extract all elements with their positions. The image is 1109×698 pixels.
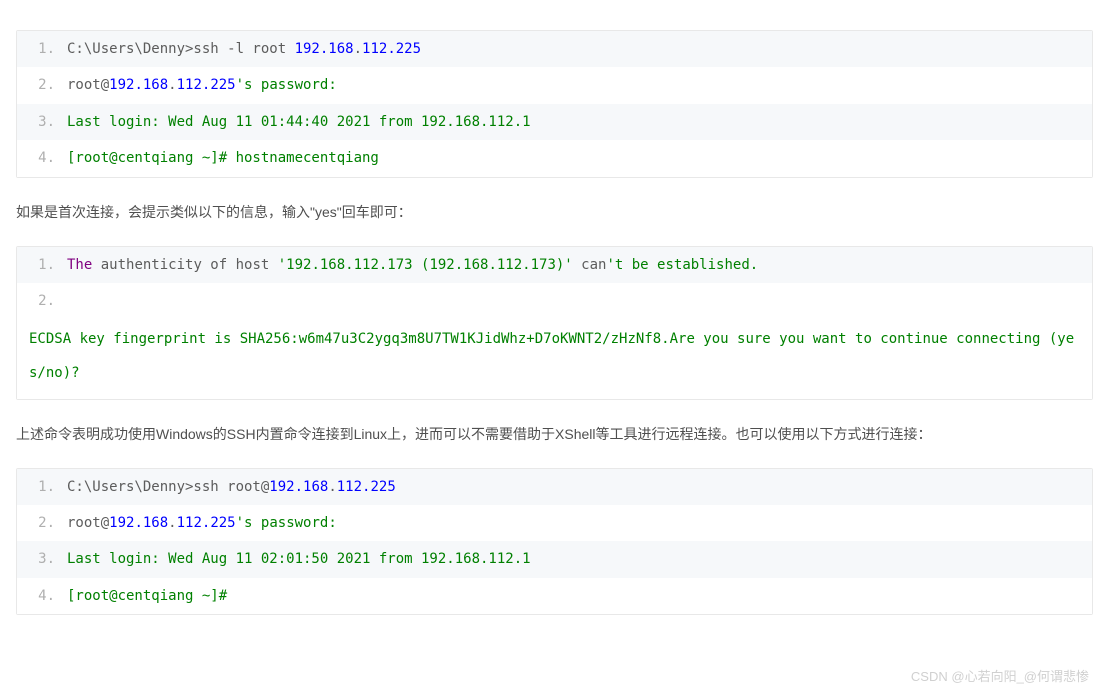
code-line: 3.Last login: Wed Aug 11 02:01:50 2021 f… (17, 541, 1092, 577)
line-number: 1. (27, 31, 67, 67)
paragraph-2: 上述命令表明成功使用Windows的SSH内置命令连接到Linux上，进而可以不… (16, 420, 1093, 448)
line-number: 2. (27, 67, 67, 103)
code-block-2: 1.The authenticity of host '192.168.112.… (16, 246, 1093, 400)
code-line: 1.The authenticity of host '192.168.112.… (17, 247, 1092, 283)
line-number: 4. (27, 140, 67, 176)
code-line: 2.root@192.168.112.225's password: (17, 67, 1092, 103)
line-number: 1. (27, 469, 67, 505)
line-content: root@192.168.112.225's password: (67, 505, 1082, 541)
line-number: 2. (27, 283, 67, 319)
code-line: 2.root@192.168.112.225's password: (17, 505, 1092, 541)
line-content: root@192.168.112.225's password: (67, 67, 1082, 103)
line-number: 3. (27, 541, 67, 577)
code-line: 1.C:\Users\Denny>ssh -l root 192.168.112… (17, 31, 1092, 67)
code-line: 2. (17, 283, 1092, 319)
code-line: 4.[root@centqiang ~]# hostnamecentqiang (17, 140, 1092, 176)
line-content: [root@centqiang ~]# hostnamecentqiang (67, 140, 1082, 176)
line-content: C:\Users\Denny>ssh root@192.168.112.225 (67, 469, 1082, 505)
line-number: 2. (27, 505, 67, 541)
code-line: 1.C:\Users\Denny>ssh root@192.168.112.22… (17, 469, 1092, 505)
line-content: C:\Users\Denny>ssh -l root 192.168.112.2… (67, 31, 1082, 67)
code-line: 3.Last login: Wed Aug 11 01:44:40 2021 f… (17, 104, 1092, 140)
line-content: Last login: Wed Aug 11 01:44:40 2021 fro… (67, 104, 1082, 140)
code-line: 4.[root@centqiang ~]# (17, 578, 1092, 614)
code-block-1: 1.C:\Users\Denny>ssh -l root 192.168.112… (16, 30, 1093, 178)
code-continuation: ECDSA key fingerprint is SHA256:w6m47u3C… (17, 319, 1092, 398)
line-content: The authenticity of host '192.168.112.17… (67, 247, 1082, 283)
line-number: 1. (27, 247, 67, 283)
line-number: 3. (27, 104, 67, 140)
paragraph-1: 如果是首次连接，会提示类似以下的信息，输入"yes"回车即可： (16, 198, 1093, 226)
line-number: 4. (27, 578, 67, 614)
watermark: CSDN @心若向阳_@何谓悲惨 (911, 665, 1089, 688)
line-content: [root@centqiang ~]# (67, 578, 1082, 614)
code-block-3: 1.C:\Users\Denny>ssh root@192.168.112.22… (16, 468, 1093, 616)
line-content: Last login: Wed Aug 11 02:01:50 2021 fro… (67, 541, 1082, 577)
